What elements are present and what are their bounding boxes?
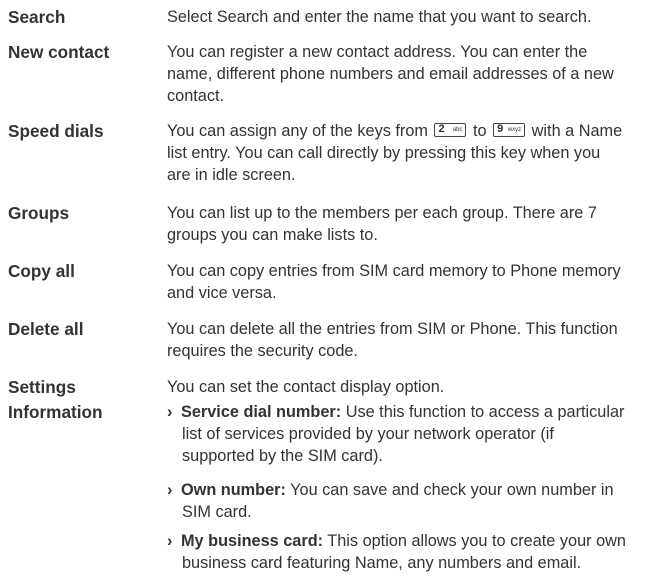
bullet-line: business card featuring Name, any number… [182, 554, 582, 572]
desc-settings: You can set the contact display option. [167, 376, 655, 398]
desc-text: to [473, 122, 487, 140]
desc-line-with-keys: You can assign any of the keys from 2 abc… [167, 120, 655, 142]
key-9-icon: 9 wxyz [493, 123, 526, 137]
desc-line: list entry. You can call directly by pre… [167, 144, 601, 162]
bullet-line: supported by the SIM card). [182, 447, 383, 465]
desc-text: You can assign any of the keys from [167, 122, 428, 140]
term-speed-dials: Speed dials [8, 121, 104, 141]
desc-text: with a Name [531, 122, 623, 140]
desc-line: are in idle screen. [167, 166, 296, 184]
desc-line: and vice versa. [167, 284, 277, 302]
desc-groups: You can list up to the members per each … [167, 202, 655, 246]
bullet-label: Service dial number: [181, 403, 342, 421]
bullet-first-line: › My business card: This option allows yo… [167, 530, 655, 552]
bullet-line: SIM card. [182, 503, 252, 521]
term-new-contact: New contact [8, 42, 110, 62]
bullet-label: Own number: [181, 481, 286, 499]
desc-line: You can register a new contact address. … [167, 43, 588, 61]
bullet-text: This option allows you to create your ow… [323, 532, 626, 550]
term-copy-all: Copy all [8, 261, 75, 281]
desc-line: You can delete all the entries from SIM … [167, 320, 618, 338]
term-information: Information [8, 402, 103, 422]
chevron-right-icon: › [167, 403, 173, 421]
desc-speed-dials: You can assign any of the keys from 2 abc… [167, 120, 655, 186]
desc-line: name, different phone numbers and email … [167, 65, 614, 83]
chevron-right-icon: › [167, 481, 173, 499]
desc-line: groups you can make lists to. [167, 226, 378, 244]
term-groups: Groups [8, 203, 70, 223]
bullet-own-number: › Own number: You can save and check your… [167, 479, 655, 523]
desc-new-contact: You can register a new contact address. … [167, 41, 655, 107]
bullet-service-dial-number: › Service dial number: Use this function … [167, 401, 655, 467]
bullet-my-business-card: › My business card: This option allows yo… [167, 530, 655, 574]
desc-search: Select Search and enter the name that yo… [167, 6, 655, 28]
key-2-icon: 2 abc [434, 123, 467, 137]
desc-line: You can copy entries from SIM card memor… [167, 262, 621, 280]
bullet-line: list of services provided by your networ… [182, 425, 554, 443]
desc-delete-all: You can delete all the entries from SIM … [167, 318, 655, 362]
bullet-label: My business card: [181, 532, 324, 550]
desc-line: contact. [167, 87, 225, 105]
chevron-right-icon: › [167, 532, 173, 550]
bullet-first-line: › Own number: You can save and check your… [167, 479, 655, 501]
bullet-first-line: › Service dial number: Use this function … [167, 401, 655, 423]
bullet-text: Use this function to access a particular [341, 403, 625, 421]
desc-line: Select Search and enter the name that yo… [167, 8, 592, 26]
term-settings: Settings [8, 377, 76, 397]
desc-line: requires the security code. [167, 342, 358, 360]
desc-line: You can set the contact display option. [167, 378, 445, 396]
term-search: Search [8, 7, 66, 27]
desc-copy-all: You can copy entries from SIM card memor… [167, 260, 655, 304]
desc-line: You can list up to the members per each … [167, 204, 597, 222]
term-delete-all: Delete all [8, 319, 84, 339]
bullet-text: You can save and check your own number i… [285, 481, 614, 499]
